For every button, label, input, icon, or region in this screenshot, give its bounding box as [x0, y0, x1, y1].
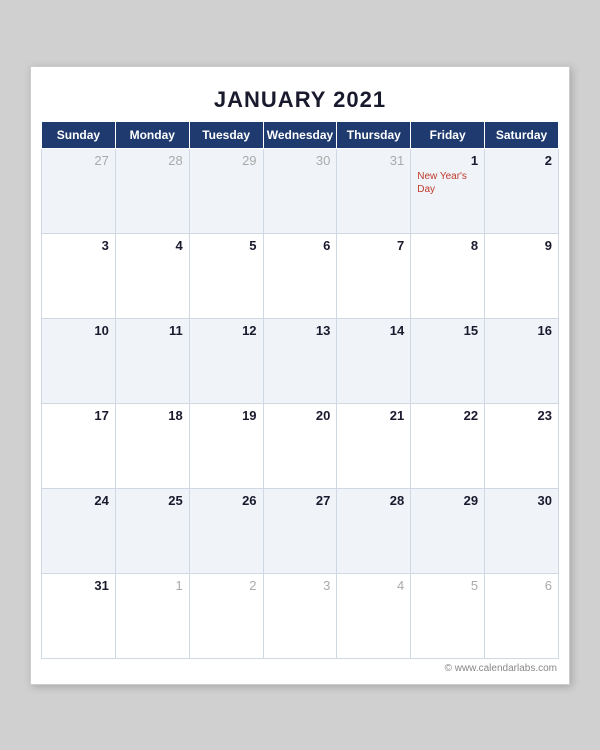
calendar-cell: 28 — [337, 488, 411, 573]
calendar-body: 27282930311New Year's Day234567891011121… — [42, 148, 559, 658]
header-row: SundayMondayTuesdayWednesdayThursdayFrid… — [42, 121, 559, 148]
week-row-3: 10111213141516 — [42, 318, 559, 403]
calendar-cell: 31 — [337, 148, 411, 233]
calendar-cell: 9 — [485, 233, 559, 318]
calendar-cell: 2 — [485, 148, 559, 233]
header-day-tuesday: Tuesday — [189, 121, 263, 148]
calendar-cell: 18 — [115, 403, 189, 488]
calendar-cell: 20 — [263, 403, 337, 488]
calendar-cell: 24 — [42, 488, 116, 573]
calendar-cell: 17 — [42, 403, 116, 488]
calendar-cell: 12 — [189, 318, 263, 403]
calendar-container: JANUARY 2021 SundayMondayTuesdayWednesda… — [30, 66, 570, 685]
week-row-4: 17181920212223 — [42, 403, 559, 488]
calendar-cell: 23 — [485, 403, 559, 488]
header-day-sunday: Sunday — [42, 121, 116, 148]
calendar-cell: 1New Year's Day — [411, 148, 485, 233]
calendar-cell: 13 — [263, 318, 337, 403]
calendar-cell: 2 — [189, 573, 263, 658]
calendar-cell: 27 — [263, 488, 337, 573]
calendar-cell: 19 — [189, 403, 263, 488]
calendar-header: SundayMondayTuesdayWednesdayThursdayFrid… — [42, 121, 559, 148]
calendar-table: SundayMondayTuesdayWednesdayThursdayFrid… — [41, 121, 559, 659]
calendar-cell: 30 — [263, 148, 337, 233]
calendar-cell: 15 — [411, 318, 485, 403]
calendar-cell: 29 — [411, 488, 485, 573]
footer-credit: © www.calendarlabs.com — [41, 659, 559, 674]
calendar-cell: 6 — [485, 573, 559, 658]
calendar-cell: 25 — [115, 488, 189, 573]
week-row-6: 31123456 — [42, 573, 559, 658]
header-day-thursday: Thursday — [337, 121, 411, 148]
week-row-2: 3456789 — [42, 233, 559, 318]
calendar-cell: 5 — [411, 573, 485, 658]
calendar-cell: 27 — [42, 148, 116, 233]
week-row-5: 24252627282930 — [42, 488, 559, 573]
calendar-cell: 16 — [485, 318, 559, 403]
calendar-cell: 7 — [337, 233, 411, 318]
calendar-cell: 21 — [337, 403, 411, 488]
calendar-cell: 11 — [115, 318, 189, 403]
calendar-cell: 14 — [337, 318, 411, 403]
header-day-wednesday: Wednesday — [263, 121, 337, 148]
calendar-cell: 10 — [42, 318, 116, 403]
calendar-cell: 8 — [411, 233, 485, 318]
calendar-title: JANUARY 2021 — [41, 77, 559, 121]
header-day-friday: Friday — [411, 121, 485, 148]
calendar-cell: 4 — [337, 573, 411, 658]
calendar-cell: 5 — [189, 233, 263, 318]
calendar-cell: 30 — [485, 488, 559, 573]
calendar-cell: 3 — [42, 233, 116, 318]
calendar-cell: 22 — [411, 403, 485, 488]
week-row-1: 27282930311New Year's Day2 — [42, 148, 559, 233]
calendar-cell: 4 — [115, 233, 189, 318]
calendar-cell: 3 — [263, 573, 337, 658]
header-day-saturday: Saturday — [485, 121, 559, 148]
calendar-cell: 6 — [263, 233, 337, 318]
calendar-cell: 1 — [115, 573, 189, 658]
calendar-cell: 28 — [115, 148, 189, 233]
calendar-cell: 26 — [189, 488, 263, 573]
holiday-label: New Year's Day — [417, 170, 478, 196]
calendar-cell: 29 — [189, 148, 263, 233]
calendar-cell: 31 — [42, 573, 116, 658]
header-day-monday: Monday — [115, 121, 189, 148]
